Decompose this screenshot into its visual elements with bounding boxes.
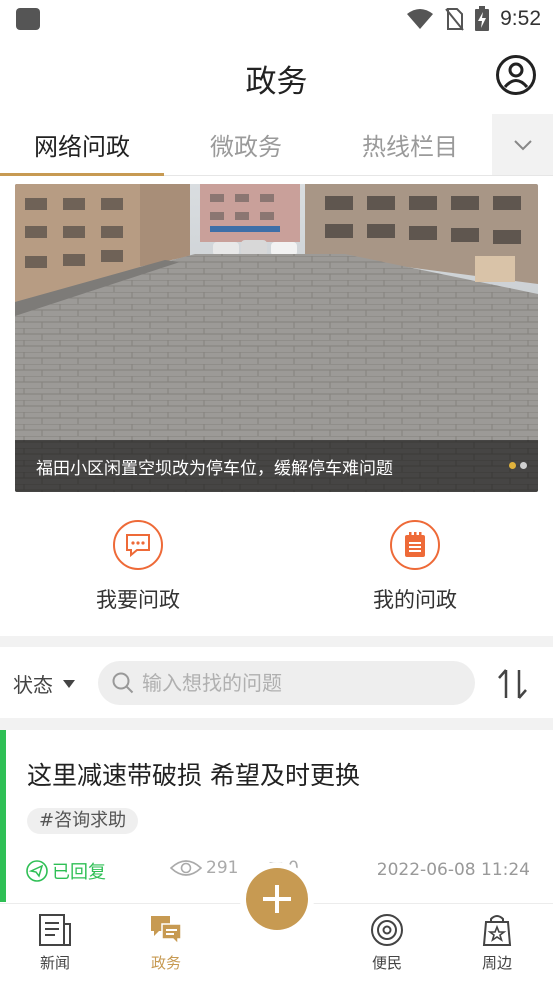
tab-label: 网络问政: [34, 133, 130, 161]
newspaper-icon: [39, 914, 71, 946]
more-tabs-button[interactable]: [492, 114, 553, 175]
post-title: 这里减速带破损 希望及时更换: [27, 761, 360, 790]
wifi-icon: [407, 9, 434, 29]
page-title: 政务: [245, 64, 308, 100]
nav-label: 新闻: [39, 954, 70, 972]
notepad-icon: [390, 520, 440, 570]
carousel-dot-active: [509, 462, 516, 469]
status-bar: 9:52: [0, 0, 553, 38]
caret-down-icon: [63, 679, 75, 688]
plus-icon: [263, 885, 291, 913]
reply-status: 已回复: [26, 858, 106, 884]
reply-status-label: 已回复: [52, 862, 106, 883]
view-count: 291: [170, 858, 238, 878]
filter-bar: 状态: [0, 648, 553, 718]
post-time: 2022-06-08 11:24: [376, 860, 530, 880]
status-filter-dropdown[interactable]: 状态: [13, 669, 75, 698]
post-tag: #咨询求助: [27, 808, 139, 834]
active-tab-indicator: [0, 173, 164, 176]
tab-bar: 网络问政 微政务 热线栏目: [0, 114, 553, 176]
action-label: 我要问政: [96, 588, 180, 612]
nav-label: 政务: [150, 954, 181, 972]
chevron-down-icon: [513, 139, 532, 150]
banner-caption-bar: 福田小区闲置空坝改为停车位，缓解停车难问题: [15, 440, 538, 492]
disc-icon: [371, 914, 403, 946]
ask-question-button[interactable]: 我要问政: [63, 520, 213, 614]
no-sim-icon: [445, 8, 464, 31]
section-divider: [0, 636, 553, 647]
paper-plane-icon: [26, 860, 48, 882]
nav-item-news[interactable]: 新闻: [15, 912, 95, 973]
quick-actions: 我要问政 我的问政: [0, 500, 553, 636]
nav-item-nearby[interactable]: 周边: [457, 912, 537, 973]
status-filter-label: 状态: [13, 673, 53, 697]
nav-label: 便民: [371, 954, 402, 972]
sort-icon[interactable]: [495, 666, 531, 702]
banner-caption: 福田小区闲置空坝改为停车位，缓解停车难问题: [36, 459, 393, 479]
tab-label: 热线栏目: [362, 133, 458, 161]
title-bar: 政务: [0, 38, 553, 112]
tab-hotline[interactable]: 热线栏目: [328, 114, 492, 175]
battery-charging-icon: [475, 6, 490, 31]
nav-item-convenience[interactable]: 便民: [347, 912, 427, 973]
section-divider: [0, 718, 553, 730]
nav-label: 周边: [481, 954, 512, 972]
status-icons: 9:52: [406, 4, 541, 34]
eye-icon: [170, 860, 202, 876]
action-label: 我的问政: [373, 588, 457, 612]
add-post-button[interactable]: [246, 868, 308, 930]
search-box[interactable]: [98, 661, 475, 705]
my-questions-button[interactable]: 我的问政: [340, 520, 490, 614]
chat-icon: [151, 916, 182, 946]
tab-label: 微政务: [210, 133, 282, 161]
tab-online-inquiry[interactable]: 网络问政: [0, 114, 164, 175]
nav-item-government[interactable]: 政务: [126, 912, 206, 973]
carousel-dot: [520, 462, 527, 469]
view-count-value: 291: [206, 858, 239, 878]
search-icon: [112, 672, 134, 694]
profile-icon[interactable]: [495, 54, 537, 96]
app-notification-icon: [16, 8, 40, 30]
tab-micro-government[interactable]: 微政务: [164, 114, 328, 175]
banner-carousel[interactable]: 福田小区闲置空坝改为停车位，缓解停车难问题: [15, 184, 538, 492]
clock-time: 9:52: [500, 7, 541, 30]
search-input[interactable]: [142, 671, 462, 695]
shopping-bag-icon: [482, 915, 512, 946]
chat-bubble-icon: [113, 520, 163, 570]
